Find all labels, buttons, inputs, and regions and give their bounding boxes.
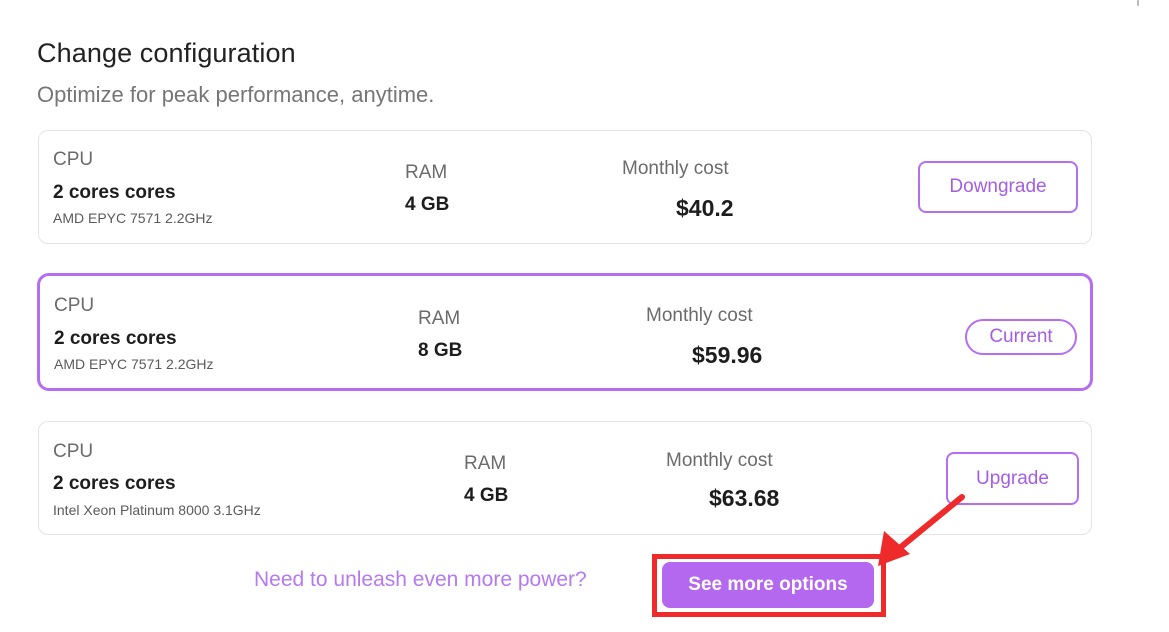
current-badge: Current — [965, 319, 1077, 355]
cost-label: Monthly cost — [646, 305, 753, 326]
ram-label: RAM — [405, 162, 448, 183]
corner-mark — [1137, 0, 1139, 6]
upgrade-button[interactable]: Upgrade — [946, 452, 1079, 505]
promo-text: Need to unleash even more power? — [254, 568, 587, 591]
cost-value: $63.68 — [709, 485, 780, 511]
cpu-cores: 2 cores cores — [54, 328, 177, 349]
cost-label: Monthly cost — [666, 450, 773, 471]
cpu-cores: 2 cores cores — [53, 473, 176, 494]
page-title: Change configuration — [37, 38, 296, 68]
config-card-current: CPU 2 cores cores AMD EPYC 7571 2.2GHz R… — [37, 273, 1093, 391]
cpu-model: AMD EPYC 7571 2.2GHz — [53, 210, 213, 226]
ram-label: RAM — [418, 308, 461, 329]
cpu-label: CPU — [53, 149, 94, 170]
ram-value: 4 GB — [464, 485, 509, 506]
cpu-model: AMD EPYC 7571 2.2GHz — [54, 356, 214, 372]
config-card-upgrade: CPU 2 cores cores Intel Xeon Platinum 80… — [38, 421, 1092, 535]
cpu-label: CPU — [54, 295, 95, 316]
ram-label: RAM — [464, 453, 507, 474]
cpu-cores: 2 cores cores — [53, 182, 176, 203]
cpu-model: Intel Xeon Platinum 8000 3.1GHz — [53, 502, 261, 518]
cpu-label: CPU — [53, 441, 94, 462]
cost-label: Monthly cost — [622, 158, 729, 179]
config-card-downgrade: CPU 2 cores cores AMD EPYC 7571 2.2GHz R… — [38, 130, 1092, 244]
cost-value: $40.2 — [676, 195, 734, 221]
downgrade-button[interactable]: Downgrade — [918, 161, 1078, 213]
cost-value: $59.96 — [692, 342, 763, 368]
ram-value: 4 GB — [405, 194, 450, 215]
see-more-options-button[interactable]: See more options — [662, 562, 874, 608]
ram-value: 8 GB — [418, 340, 463, 361]
page-subtitle: Optimize for peak performance, anytime. — [37, 82, 435, 107]
